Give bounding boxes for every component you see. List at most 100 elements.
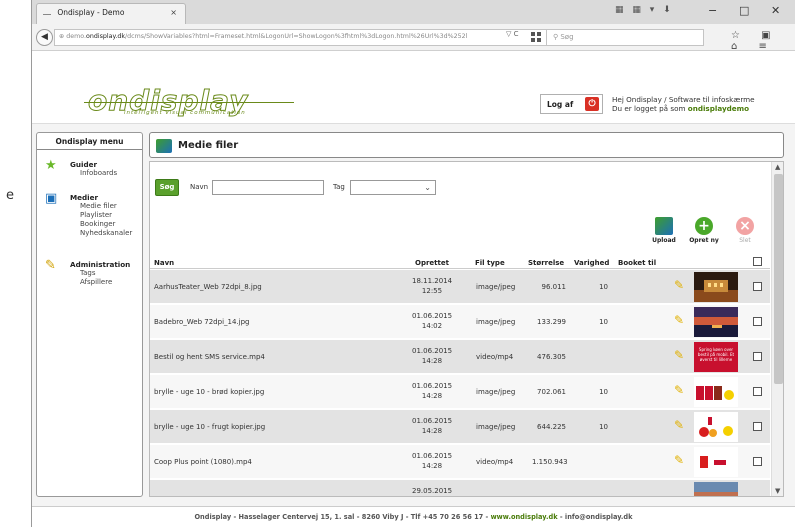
table-row[interactable]: brylle - uge 10 - brød kopier.jpg 01.06.… bbox=[150, 375, 770, 409]
browser-nav-icons[interactable]: ☆ ▣ ⌂ ≡ bbox=[731, 30, 795, 52]
row-checkbox[interactable] bbox=[753, 352, 762, 361]
tools-icon: ✎ bbox=[45, 258, 56, 273]
col-size[interactable]: Størrelse bbox=[528, 259, 564, 267]
greeting-line-2: Du er logget på som bbox=[612, 104, 688, 113]
edit-pencil-icon[interactable]: ✎ bbox=[674, 314, 687, 327]
col-name[interactable]: Navn bbox=[154, 259, 174, 267]
col-filetype[interactable]: Fil type bbox=[475, 259, 505, 267]
apps-grid-icon[interactable] bbox=[531, 32, 541, 42]
file-name[interactable]: Coop Plus point (1080).mp4 bbox=[154, 458, 252, 466]
browser-tab[interactable]: Ondisplay - Demo × bbox=[36, 3, 186, 24]
sidebar-item-administration[interactable]: Administration bbox=[70, 260, 130, 269]
thumbnail-sunset[interactable] bbox=[694, 307, 738, 337]
thumbnail-fruit[interactable] bbox=[694, 412, 738, 442]
tab-bar: Ondisplay - Demo × ▦ ▦ ▾ ⬇ − □ ✕ bbox=[32, 0, 795, 24]
back-button[interactable]: ◀ bbox=[36, 29, 53, 46]
thumbnail-theater[interactable] bbox=[694, 272, 738, 302]
file-name[interactable]: brylle - uge 10 - frugt kopier.jpg bbox=[154, 423, 265, 431]
tag-filter-select[interactable]: ⌄ bbox=[350, 180, 436, 195]
time-text: 14:28 bbox=[421, 462, 443, 470]
created-date: 01.06.2015 14:28 bbox=[412, 451, 452, 471]
sidebar-item-bookinger[interactable]: Bookinger bbox=[80, 220, 115, 228]
table-row[interactable]: brylle - uge 10 - frugt kopier.jpg 01.06… bbox=[150, 410, 770, 444]
name-label: Navn bbox=[190, 183, 209, 191]
page-content: ondisplay intelligent visual communicati… bbox=[32, 51, 795, 527]
table-row[interactable]: Coop Plus point (1080).mp4 01.06.2015 14:… bbox=[150, 445, 770, 479]
toolbar-icons[interactable]: ▦ ▦ ▾ ⬇ bbox=[615, 5, 674, 15]
upload-button[interactable]: Upload bbox=[646, 217, 682, 244]
browser-search-input[interactable]: ⚲ Søg bbox=[546, 29, 704, 46]
name-filter-input[interactable] bbox=[212, 180, 324, 195]
table-row[interactable]: 29.05.2015 bbox=[150, 480, 770, 497]
edit-pencil-icon[interactable]: ✎ bbox=[674, 279, 687, 292]
maximize-button[interactable]: □ bbox=[739, 4, 749, 17]
file-type: image/jpeg bbox=[476, 388, 516, 396]
logout-button[interactable]: Log af ⏻ bbox=[540, 94, 603, 114]
row-checkbox[interactable] bbox=[753, 317, 762, 326]
upload-label: Upload bbox=[652, 237, 676, 244]
row-checkbox[interactable] bbox=[753, 282, 762, 291]
file-size: 96.011 bbox=[541, 283, 567, 291]
row-checkbox[interactable] bbox=[753, 457, 762, 466]
table-row[interactable]: AarhusTeater_Web 72dpi_8.jpg 18.11.2014 1… bbox=[150, 270, 770, 304]
row-checkbox[interactable] bbox=[753, 387, 762, 396]
file-size: 702.061 bbox=[537, 388, 566, 396]
media-files-icon bbox=[156, 139, 172, 153]
select-all-checkbox[interactable] bbox=[753, 257, 762, 266]
file-name[interactable]: AarhusTeater_Web 72dpi_8.jpg bbox=[154, 283, 262, 291]
edit-pencil-icon[interactable]: ✎ bbox=[674, 384, 687, 397]
reload-icon[interactable]: ▽ C bbox=[506, 30, 519, 38]
file-name[interactable]: brylle - uge 10 - brød kopier.jpg bbox=[154, 388, 264, 396]
vertical-scrollbar[interactable]: ▲ ▼ bbox=[771, 162, 783, 496]
edit-pencil-icon[interactable]: ✎ bbox=[674, 419, 687, 432]
file-name[interactable]: Badebro_Web 72dpi_14.jpg bbox=[154, 318, 249, 326]
file-name[interactable]: Bestil og hent SMS service.mp4 bbox=[154, 353, 265, 361]
thumbnail-bread[interactable] bbox=[694, 377, 738, 407]
sidebar-item-infoboards[interactable]: Infoboards bbox=[80, 169, 117, 177]
col-booked-to[interactable]: Booket til bbox=[618, 259, 656, 267]
search-placeholder: Søg bbox=[560, 33, 574, 41]
user-greeting: Hej Ondisplay / Software til infoskærme … bbox=[612, 95, 755, 113]
edit-pencil-icon[interactable]: ✎ bbox=[674, 454, 687, 467]
table-row[interactable]: Bestil og hent SMS service.mp4 01.06.201… bbox=[150, 340, 770, 374]
sidebar-item-medie-filer[interactable]: Medie filer bbox=[80, 202, 117, 210]
date-text: 01.06.2015 bbox=[412, 452, 453, 460]
delete-button[interactable]: × Slet bbox=[727, 217, 763, 244]
url-field[interactable]: ⊕ demo.ondisplay.dk/dcms/ShowVariables?h… bbox=[54, 29, 554, 46]
edit-pencil-icon[interactable]: ✎ bbox=[674, 349, 687, 362]
tab-title: Ondisplay - Demo bbox=[57, 8, 125, 17]
duration: 10 bbox=[599, 423, 608, 431]
col-created[interactable]: Oprettet bbox=[415, 259, 449, 267]
favicon-icon bbox=[43, 11, 51, 15]
sidebar-item-tags[interactable]: Tags bbox=[80, 269, 96, 277]
chevron-down-icon: ⌄ bbox=[424, 183, 431, 192]
sidebar-item-guider[interactable]: Guider bbox=[70, 160, 97, 169]
footer-website-link[interactable]: www.ondisplay.dk bbox=[491, 513, 558, 521]
create-new-button[interactable]: + Opret ny bbox=[686, 217, 722, 244]
scroll-down-icon[interactable]: ▼ bbox=[775, 487, 780, 495]
scroll-up-icon[interactable]: ▲ bbox=[775, 163, 780, 171]
thumbnail-coop[interactable] bbox=[694, 447, 738, 477]
sidebar-item-afspillere[interactable]: Afspillere bbox=[80, 278, 112, 286]
thumbnail-partial[interactable] bbox=[694, 482, 738, 497]
minimize-button[interactable]: − bbox=[708, 4, 717, 17]
created-date: 01.06.2015 14:28 bbox=[412, 346, 452, 366]
create-label: Opret ny bbox=[689, 237, 719, 244]
table-row[interactable]: Badebro_Web 72dpi_14.jpg 01.06.2015 14:02… bbox=[150, 305, 770, 339]
col-duration[interactable]: Varighed bbox=[574, 259, 609, 267]
footer-address: Ondisplay - Hasselager Centervej 15, 1. … bbox=[194, 513, 491, 521]
tab-close-button[interactable]: × bbox=[170, 8, 177, 17]
close-window-button[interactable]: ✕ bbox=[771, 4, 780, 17]
url-path: /dcms/ShowVariables?html=Frameset.html&L… bbox=[124, 33, 468, 40]
search-button[interactable]: Søg bbox=[155, 179, 179, 196]
scrollbar-thumb[interactable] bbox=[774, 174, 783, 384]
sidebar-item-nyhedskanaler[interactable]: Nyhedskanaler bbox=[80, 229, 132, 237]
sidebar-menu: Ondisplay menu ★ Guider Infoboards ▣ Med… bbox=[36, 132, 143, 497]
media-panel: Søg Navn Tag ⌄ Upload + Opret ny × Slet bbox=[149, 161, 784, 497]
sidebar-item-medier[interactable]: Medier bbox=[70, 193, 98, 202]
date-text: 29.05.2015 bbox=[412, 487, 453, 495]
date-text: 01.06.2015 bbox=[412, 417, 453, 425]
row-checkbox[interactable] bbox=[753, 422, 762, 431]
thumbnail-sms-promo[interactable]: Spring køen over bestil på mobil. Et øve… bbox=[694, 342, 738, 372]
sidebar-item-playlister[interactable]: Playlister bbox=[80, 211, 112, 219]
